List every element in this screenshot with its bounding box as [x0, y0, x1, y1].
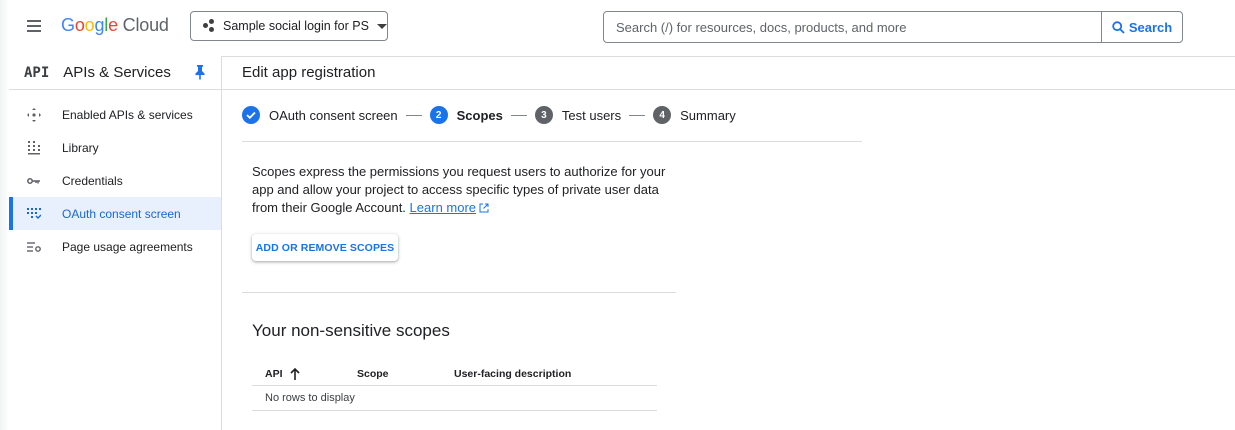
stepper: OAuth consent screen 2 Scopes 3 Test use… — [242, 102, 736, 128]
step-scopes[interactable]: Scopes — [457, 108, 503, 123]
step-connector — [405, 114, 422, 116]
project-name: Sample social login for PS — [223, 19, 369, 33]
column-label: API — [265, 368, 283, 380]
sidebar-item-oauth-consent-screen[interactable]: OAuth consent screen — [9, 197, 221, 230]
step-connector — [510, 114, 527, 116]
project-picker-button[interactable]: Sample social login for PS — [190, 11, 388, 41]
top-bar: Google Cloud Sample social login for PS … — [9, 0, 1235, 57]
scopes-table: API Scope User-facing description No row… — [252, 363, 657, 411]
logo-letter: G — [61, 15, 75, 35]
step-number: 3 — [534, 106, 553, 124]
sidebar-header: API APIs & Services — [9, 56, 221, 90]
table-header: API Scope User-facing description — [252, 363, 657, 386]
key-icon — [26, 173, 42, 189]
consent-icon — [26, 206, 42, 222]
main-content: Edit app registration OAuth consent scre… — [222, 56, 1235, 430]
learn-more-link[interactable]: Learn more — [410, 200, 489, 215]
window-edge — [0, 0, 9, 430]
sidebar-item-label: Library — [62, 140, 99, 155]
app-window: Google Cloud Sample social login for PS … — [9, 0, 1235, 430]
column-header-api[interactable]: API — [265, 368, 300, 380]
project-icon — [203, 19, 217, 33]
divider — [242, 292, 676, 293]
column-header-description[interactable]: User-facing description — [454, 368, 571, 380]
sidebar-item-enabled-apis[interactable]: Enabled APIs & services — [9, 98, 221, 131]
step-summary[interactable]: Summary — [680, 108, 736, 123]
sort-ascending-icon — [289, 368, 300, 380]
sidebar-nav: Enabled APIs & services Library Credenti… — [9, 90, 221, 263]
table-empty-row: No rows to display — [252, 386, 657, 411]
sidebar-item-label: Enabled APIs & services — [62, 107, 193, 122]
check-circle-icon — [242, 106, 260, 124]
google-cloud-logo[interactable]: Google Cloud — [61, 15, 169, 36]
library-icon — [26, 140, 42, 156]
api-logo-icon: API — [24, 64, 50, 81]
logo-letter: o — [84, 15, 95, 35]
search-input[interactable] — [604, 12, 1101, 42]
sidebar-item-label: Credentials — [62, 173, 123, 188]
step-test-users[interactable]: Test users — [562, 108, 621, 123]
sidebar-item-library[interactable]: Library — [9, 131, 221, 164]
logo-word: Cloud — [117, 15, 169, 35]
menu-icon[interactable] — [23, 17, 45, 39]
sidebar-item-credentials[interactable]: Credentials — [9, 164, 221, 197]
column-header-scope[interactable]: Scope — [357, 368, 389, 380]
external-link-icon — [479, 203, 489, 213]
settings-list-icon — [26, 239, 42, 255]
step-number: 4 — [653, 106, 672, 124]
sidebar: API APIs & Services Enabled APIs & servi… — [9, 56, 222, 430]
scopes-description: Scopes express the permissions you reque… — [252, 163, 672, 217]
add-or-remove-scopes-button[interactable]: ADD OR REMOVE SCOPES — [252, 234, 398, 261]
step-connector — [629, 114, 646, 116]
logo-letter: e — [108, 15, 118, 35]
search-button-label: Search — [1128, 19, 1173, 35]
learn-more-label: Learn more — [409, 200, 477, 215]
sidebar-title: APIs & Services — [63, 64, 171, 81]
logo-letter: o — [74, 15, 85, 35]
section-title: Your non-sensitive scopes — [252, 321, 450, 340]
search-icon — [1112, 20, 1125, 34]
apis-icon — [26, 107, 42, 123]
caret-down-icon — [376, 23, 387, 29]
logo-letter: g — [94, 15, 105, 35]
search-button[interactable]: Search — [1101, 12, 1182, 42]
sidebar-item-label: Page usage agreements — [62, 239, 193, 254]
sidebar-item-label: OAuth consent screen — [62, 206, 181, 221]
step-oauth-consent-screen[interactable]: OAuth consent screen — [269, 108, 398, 123]
search-bar: Search — [603, 11, 1183, 43]
sidebar-item-page-usage-agreements[interactable]: Page usage agreements — [9, 230, 221, 263]
divider — [242, 141, 862, 142]
step-number: 2 — [429, 106, 448, 124]
page-title: Edit app registration — [242, 64, 376, 81]
page-header: Edit app registration — [222, 56, 1235, 90]
pin-icon[interactable] — [194, 64, 206, 80]
